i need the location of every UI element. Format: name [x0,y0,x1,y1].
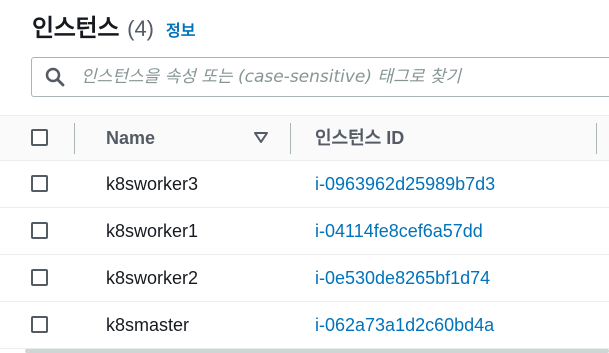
instance-name: k8sworker3 [106,174,199,194]
row-checkbox[interactable] [31,269,48,286]
column-divider[interactable] [290,123,291,154]
table-row[interactable]: k8sworker1 i-04114fe8cef6a57dd [0,208,609,255]
search-bar[interactable] [31,57,609,97]
search-input[interactable] [81,67,609,87]
instance-id-link[interactable]: i-062a73a1d2c60bd4a [315,302,494,348]
instance-id-link[interactable]: i-0963962d25989b7d3 [315,161,495,207]
horizontal-scrollbar[interactable] [25,349,609,353]
row-checkbox[interactable] [31,175,48,192]
select-all-checkbox[interactable] [31,129,48,146]
info-link[interactable]: 정보 [166,17,195,41]
instance-name: k8smaster [106,315,190,335]
instance-count: (4) [127,16,155,41]
column-divider [74,123,75,154]
instance-id-link[interactable]: i-0e530de8265bf1d74 [315,255,490,301]
search-icon [45,66,67,88]
table-row[interactable]: k8sworker2 i-0e530de8265bf1d74 [0,255,609,302]
table-row[interactable]: k8sworker3 i-0963962d25989b7d3 [0,161,609,208]
table-row[interactable]: k8smaster i-062a73a1d2c60bd4a [0,302,609,349]
row-checkbox[interactable] [31,222,48,239]
instances-table: Name 인스턴스 ID k8sworker3 i-0963962d25989b… [0,115,609,349]
row-checkbox[interactable] [31,316,48,333]
instance-name: k8sworker1 [106,221,199,241]
instance-id-link[interactable]: i-04114fe8cef6a57dd [315,208,483,254]
table-header: Name 인스턴스 ID [0,115,609,161]
column-header-name[interactable]: Name [106,116,155,160]
column-divider[interactable] [596,123,597,154]
column-header-instance-id[interactable]: 인스턴스 ID [315,116,404,160]
instance-name: k8sworker2 [106,268,199,288]
page-header: 인스턴스 (4) 정보 [32,8,195,44]
page-title: 인스턴스 [32,15,120,42]
sort-descending-icon[interactable] [253,131,269,145]
